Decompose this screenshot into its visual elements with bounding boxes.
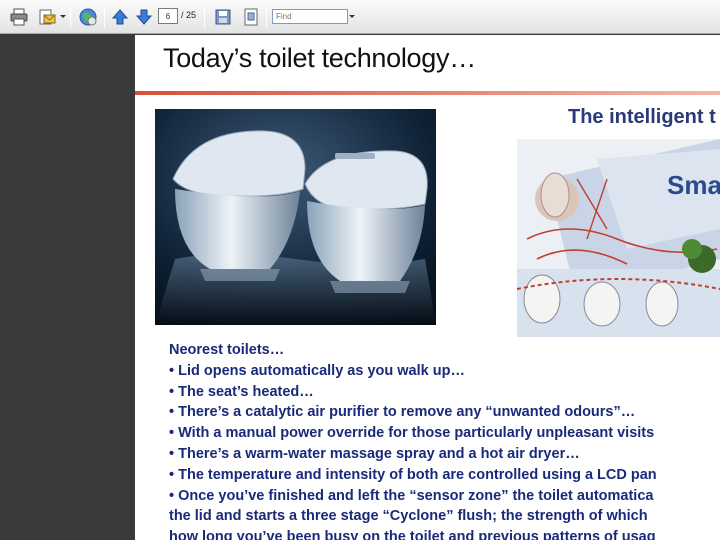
print-button[interactable] [8, 6, 30, 28]
fit-page-button[interactable] [240, 6, 262, 28]
email-button[interactable] [36, 6, 58, 28]
arrow-down-icon [136, 9, 152, 25]
save-button[interactable] [212, 6, 234, 28]
list-item: • There’s a catalytic air purifier to re… [169, 404, 636, 421]
document-page: Today’s toilet technology… The intellige… [135, 35, 720, 540]
feature-list: Neorest toilets… • Lid opens automatical… [169, 340, 720, 540]
toilet-photo [155, 109, 436, 325]
toolbar-separator [204, 6, 205, 28]
list-item: • Once you’ve finished and left the “sen… [169, 487, 654, 504]
list-item: • Lid opens automatically as you walk up… [169, 362, 465, 379]
smart-toilet-diagram: Sma [517, 139, 720, 337]
list-item: how long you’ve been busy on the toilet … [169, 529, 656, 540]
print-icon [10, 8, 28, 26]
toolbar: 6 / 25 [0, 0, 720, 34]
fit-page-icon [244, 8, 258, 26]
find-input[interactable] [272, 9, 348, 24]
next-page-button[interactable] [134, 6, 154, 28]
toolbar-separator [70, 6, 71, 28]
page-current: 6 [165, 11, 171, 21]
toolbar-separator [266, 6, 267, 28]
page-count: / 25 [181, 10, 196, 20]
diagram-logo-text: Sma [667, 170, 720, 200]
title-divider [135, 91, 720, 95]
web-button[interactable] [77, 6, 99, 28]
previous-page-button[interactable] [110, 6, 130, 28]
list-item: the lid and starts a three stage “Cyclon… [169, 508, 648, 525]
page-total: 25 [186, 10, 197, 20]
page-number-input[interactable]: 6 [158, 8, 178, 24]
arrow-up-icon [112, 9, 128, 25]
slide-subtitle: The intelligent t [568, 106, 716, 128]
email-icon [39, 9, 56, 25]
list-item: • There’s a warm-water massage spray and… [169, 445, 580, 462]
toolbar-separator [104, 6, 105, 28]
chevron-down-icon[interactable] [349, 15, 355, 18]
list-item: Neorest toilets… [169, 342, 285, 358]
list-item: • With a manual power override for those… [169, 425, 655, 442]
page-separator: / [181, 10, 184, 20]
slide-title: Today’s toilet technology… [163, 43, 476, 73]
list-item: • The temperature and intensity of both … [169, 466, 657, 483]
save-icon [215, 9, 231, 25]
globe-icon [79, 8, 97, 26]
navigation-panel [0, 35, 135, 540]
list-item: • The seat’s heated… [169, 383, 314, 400]
chevron-down-icon[interactable] [60, 15, 66, 18]
